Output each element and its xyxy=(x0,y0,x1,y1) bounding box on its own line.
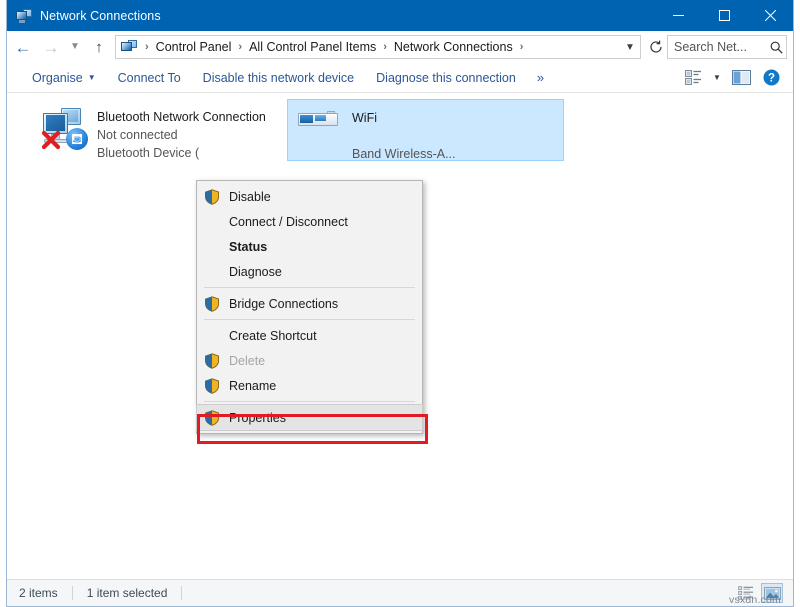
up-one-level-icon[interactable]: ↑ xyxy=(85,34,113,60)
wireless-network-adapter-icon xyxy=(294,105,346,155)
breadcrumb-control-panel[interactable]: Control Panel xyxy=(154,40,234,54)
address-bar-location-icon xyxy=(121,39,137,55)
search-input[interactable] xyxy=(674,40,766,54)
preview-pane-icon[interactable] xyxy=(727,66,755,90)
help-icon[interactable]: ? xyxy=(757,66,785,90)
close-button[interactable] xyxy=(747,0,793,31)
context-menu-label: Create Shortcut xyxy=(229,329,317,343)
connection-item-wifi[interactable]: WiFi Band Wireless-A... xyxy=(287,99,564,161)
command-bar-overflow-button[interactable]: » xyxy=(527,70,554,85)
breadcrumb-separator: › xyxy=(515,41,529,53)
connection-name: Bluetooth Network Connection xyxy=(97,109,266,126)
command-bar: Organise ▼ Connect To Disable this netwo… xyxy=(7,63,793,93)
context-menu-label: Rename xyxy=(229,379,276,393)
svg-text:?: ? xyxy=(767,73,774,85)
forward-arrow-icon[interactable]: → xyxy=(37,34,65,60)
disable-network-device-label: Disable this network device xyxy=(203,71,354,85)
context-menu-label: Bridge Connections xyxy=(229,297,338,311)
context-menu-separator xyxy=(204,401,415,402)
selection-count-label: 1 item selected xyxy=(87,586,168,600)
connection-status: Not connected xyxy=(97,126,266,144)
uac-shield-icon xyxy=(204,410,220,426)
navigation-bar: ← → ▼ ↑ › Control Panel › All Control Pa… xyxy=(7,31,793,63)
context-menu-label: Disable xyxy=(229,190,271,204)
diagnose-connection-label: Diagnose this connection xyxy=(376,71,516,85)
connection-item-bluetooth[interactable]: ⛾ Bluetooth Network Connection Not conne… xyxy=(33,99,310,161)
network-connections-icon xyxy=(16,8,32,24)
caption-button-group xyxy=(655,0,793,31)
breadcrumb-all-control-panel-items[interactable]: All Control Panel Items xyxy=(247,40,378,54)
context-menu-item-rename[interactable]: Rename xyxy=(197,373,422,398)
change-view-icon[interactable] xyxy=(679,66,707,90)
connection-name: WiFi xyxy=(352,110,456,127)
breadcrumb-separator: › xyxy=(378,41,392,53)
connect-to-button[interactable]: Connect To xyxy=(107,67,192,89)
uac-shield-icon xyxy=(204,296,220,312)
connection-text-bluetooth: Bluetooth Network Connection Not connect… xyxy=(97,104,266,162)
disable-network-device-button[interactable]: Disable this network device xyxy=(192,67,365,89)
disconnected-x-icon xyxy=(41,130,61,150)
uac-shield-icon xyxy=(204,378,220,394)
desktop-background: Network Connections ← → ▼ ↑ xyxy=(0,0,800,607)
context-menu-item-connect-disconnect[interactable]: Connect / Disconnect xyxy=(197,209,422,234)
back-arrow-icon[interactable]: ← xyxy=(9,34,37,60)
context-menu-item-disable[interactable]: Disable xyxy=(197,184,422,209)
command-bar-right-group: ▼ ? xyxy=(679,66,793,90)
breadcrumb-separator: › xyxy=(233,41,247,53)
connect-to-label: Connect To xyxy=(118,71,181,85)
context-menu-item-bridge-connections[interactable]: Bridge Connections xyxy=(197,291,422,316)
chevron-down-icon: ▼ xyxy=(88,73,96,82)
context-menu-label: Delete xyxy=(229,354,265,368)
connection-status xyxy=(352,127,456,145)
connection-device: Bluetooth Device ( xyxy=(97,144,266,162)
refresh-icon[interactable] xyxy=(645,35,667,59)
previous-locations-chevron-icon[interactable]: ▼ xyxy=(620,36,640,58)
search-box[interactable] xyxy=(667,35,787,59)
search-icon[interactable] xyxy=(766,41,786,54)
organise-button[interactable]: Organise ▼ xyxy=(21,67,107,89)
context-menu-item-delete: Delete xyxy=(197,348,422,373)
address-bar[interactable]: › Control Panel › All Control Panel Item… xyxy=(115,35,641,59)
context-menu-item-diagnose[interactable]: Diagnose xyxy=(197,259,422,284)
status-divider xyxy=(72,586,73,600)
change-view-chevron-icon[interactable]: ▼ xyxy=(709,66,725,90)
window-title: Network Connections xyxy=(40,9,161,23)
context-menu-label: Properties xyxy=(229,411,286,425)
item-count-label: 2 items xyxy=(19,586,58,600)
explorer-window: Network Connections ← → ▼ ↑ xyxy=(6,0,794,607)
uac-shield-icon xyxy=(204,353,220,369)
organise-label: Organise xyxy=(32,71,83,85)
status-bar: 2 items 1 item selected xyxy=(7,579,793,606)
connection-text-wifi: WiFi Band Wireless-A... xyxy=(352,105,456,163)
context-menu-item-properties[interactable]: Properties xyxy=(197,405,422,430)
diagnose-connection-button[interactable]: Diagnose this connection xyxy=(365,67,527,89)
context-menu-label: Connect / Disconnect xyxy=(229,215,348,229)
uac-shield-icon xyxy=(204,189,220,205)
bluetooth-badge-icon: ⛾ xyxy=(66,128,88,150)
connection-device: Band Wireless-A... xyxy=(352,145,456,163)
maximize-button[interactable] xyxy=(701,0,747,31)
breadcrumb-separator: › xyxy=(140,41,154,53)
bluetooth-network-adapter-icon: ⛾ xyxy=(39,104,91,154)
context-menu-separator xyxy=(204,287,415,288)
context-menu-item-create-shortcut[interactable]: Create Shortcut xyxy=(197,323,422,348)
context-menu: Disable Connect / Disconnect Status Diag… xyxy=(196,180,423,434)
context-menu-separator xyxy=(204,319,415,320)
context-menu-label: Status xyxy=(229,240,267,254)
breadcrumb-network-connections[interactable]: Network Connections xyxy=(392,40,515,54)
connections-list: ⛾ Bluetooth Network Connection Not conne… xyxy=(7,93,793,579)
title-bar: Network Connections xyxy=(7,0,793,31)
recent-locations-chevron-icon[interactable]: ▼ xyxy=(65,34,85,60)
watermark-label: vsxdn.com xyxy=(729,594,781,606)
status-divider xyxy=(181,586,182,600)
minimize-button[interactable] xyxy=(655,0,701,31)
context-menu-label: Diagnose xyxy=(229,265,282,279)
context-menu-item-status[interactable]: Status xyxy=(197,234,422,259)
